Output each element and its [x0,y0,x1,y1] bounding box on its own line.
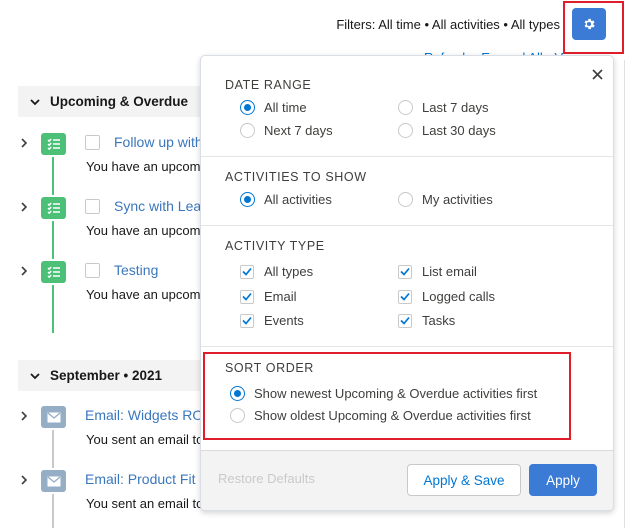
option-label: Last 7 days [422,100,489,115]
activities-title: ACTIVITIES TO SHOW [225,170,367,184]
option-label: Next 7 days [264,123,333,138]
divider [201,156,613,157]
date-range-option-last-30[interactable]: Last 30 days [398,123,496,138]
list-item: Follow up with You have an upcoming [0,133,218,195]
task-icon [41,133,66,155]
date-range-option-last-7[interactable]: Last 7 days [398,100,489,115]
task-description: You have an upcoming [86,223,218,238]
list-item: Testing You have an upcoming [0,261,218,333]
list-item: Email: Product Fit You sent an email to [0,470,210,528]
date-range-option-next-7[interactable]: Next 7 days [240,123,333,138]
option-label: All activities [264,192,332,207]
option-label: Last 30 days [422,123,496,138]
radio-button[interactable] [240,123,255,138]
popover-footer: Restore Defaults Apply & Save Apply [201,450,613,510]
sort-order-highlight-outline [203,352,571,440]
page-edge-divider [624,60,625,528]
section-header-upcoming[interactable]: Upcoming & Overdue [18,86,208,117]
timeline-connector [52,157,54,195]
divider [201,225,613,226]
restore-defaults-button[interactable]: Restore Defaults [218,471,315,486]
task-link[interactable]: Testing [114,262,158,278]
option-label: My activities [422,192,493,207]
apply-button[interactable]: Apply [529,464,597,496]
task-checkbox[interactable] [85,199,100,214]
type-option-email[interactable]: Email [240,289,297,304]
type-option-logged-calls[interactable]: Logged calls [398,289,495,304]
type-option-all-types[interactable]: All types [240,264,313,279]
section-title: September • 2021 [50,368,163,383]
option-label: List email [422,264,477,279]
checkmark-icon [400,316,410,325]
chevron-right-icon[interactable] [18,264,30,278]
checkmark-icon [242,292,252,301]
task-checkbox[interactable] [85,263,100,278]
chevron-right-icon[interactable] [18,200,30,214]
type-option-tasks[interactable]: Tasks [398,313,455,328]
radio-button[interactable] [398,123,413,138]
option-label: Tasks [422,313,456,328]
checkbox[interactable] [240,264,254,279]
timeline-connector [52,221,54,259]
chevron-right-icon[interactable] [18,409,30,423]
radio-button[interactable] [240,192,255,207]
activity-type-title: ACTIVITY TYPE [225,239,325,253]
checkmark-icon [400,292,410,301]
timeline-connector [52,494,54,528]
checkbox[interactable] [240,289,254,304]
task-link[interactable]: Sync with Lea [114,198,201,214]
checkmark-icon [242,316,252,325]
date-range-option-all-time[interactable]: All time [240,100,307,115]
gear-highlight-outline [563,1,624,54]
timeline-connector [52,430,54,468]
chevron-down-icon [28,95,42,109]
email-description: You sent an email to [86,496,204,511]
task-icon [41,197,66,219]
activities-option-all[interactable]: All activities [240,192,332,207]
email-icon [41,406,66,428]
timeline-connector [52,285,54,333]
task-description: You have an upcoming [86,287,218,302]
task-icon [41,261,66,283]
list-item: Sync with Lea You have an upcoming [0,197,218,259]
email-icon [41,470,66,492]
email-link[interactable]: Email: Product Fit [85,471,195,487]
option-label: All time [264,100,307,115]
list-item: Email: Widgets RO You sent an email to [0,406,210,468]
task-checkbox[interactable] [85,135,100,150]
option-label: All types [264,264,314,279]
option-label: Logged calls [422,289,495,304]
apply-and-save-button[interactable]: Apply & Save [407,464,521,496]
radio-button[interactable] [240,100,255,115]
option-label: Email [264,289,297,304]
section-header-september[interactable]: September • 2021 [18,360,208,391]
checkmark-icon [400,267,410,276]
filter-popover: DATE RANGE All time Last 7 days Next 7 d… [200,55,614,511]
divider [201,346,613,347]
type-option-list-email[interactable]: List email [398,264,477,279]
filters-summary: Filters: All time • All activities • All… [336,17,560,32]
email-link[interactable]: Email: Widgets RO [85,407,203,423]
task-description: You have an upcoming [86,159,218,174]
type-option-events[interactable]: Events [240,313,304,328]
chevron-right-icon[interactable] [18,136,30,150]
date-range-title: DATE RANGE [225,78,312,92]
checkbox[interactable] [398,289,412,304]
activities-option-mine[interactable]: My activities [398,192,493,207]
close-icon[interactable] [589,66,605,82]
checkbox[interactable] [398,313,412,328]
checkbox[interactable] [240,313,254,328]
section-title: Upcoming & Overdue [50,94,189,109]
task-link[interactable]: Follow up with [114,134,203,150]
email-description: You sent an email to [86,432,204,447]
checkmark-icon [242,267,252,276]
radio-button[interactable] [398,192,413,207]
radio-button[interactable] [398,100,413,115]
chevron-right-icon[interactable] [18,473,30,487]
chevron-down-icon [28,369,42,383]
option-label: Events [264,313,304,328]
checkbox[interactable] [398,264,412,279]
